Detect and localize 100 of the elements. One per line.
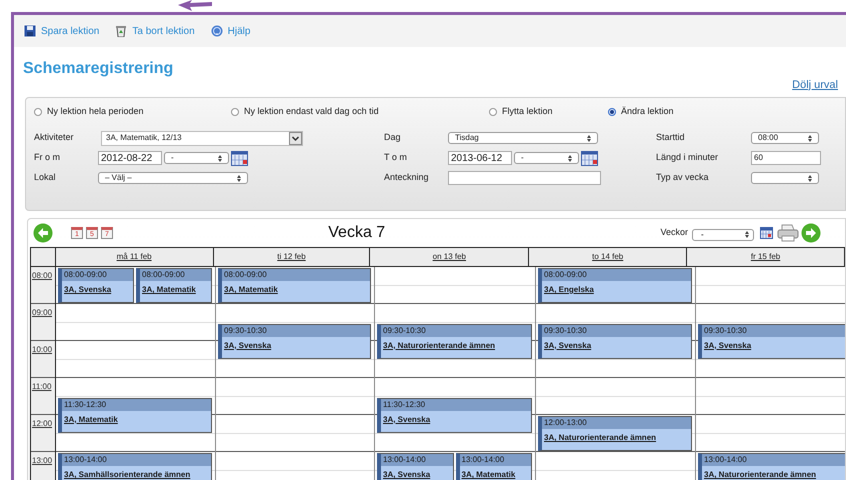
lesson-time: 09:30-10:30 xyxy=(381,324,531,336)
field-label: Fr o m xyxy=(34,151,61,164)
lesson-time: 08:00-09:00 xyxy=(62,269,133,281)
lesson-block[interactable]: 11:30-12:30 3A, Svenska xyxy=(377,398,532,432)
combo-box[interactable]: 3A, Matematik, 12/13 xyxy=(101,130,303,146)
field-label: Starttid xyxy=(656,131,686,144)
radio-button[interactable] xyxy=(608,108,616,116)
updown-arrow-icon xyxy=(808,174,812,182)
lesson-block[interactable]: 11:30-12:30 3A, Matematik xyxy=(58,398,212,432)
lesson-time: 11:30-12:30 xyxy=(381,398,531,410)
lesson-block[interactable]: 09:30-10:30 3A, Svenska xyxy=(698,324,845,358)
lesson-title[interactable]: 3A, Svenska xyxy=(222,336,370,352)
lesson-time: 13:00-14:00 xyxy=(702,454,845,466)
field-label: Aktiviteter xyxy=(34,131,75,144)
updown-arrow-icon xyxy=(745,231,749,238)
lesson-title[interactable]: 3A, Matematik xyxy=(62,410,211,426)
select-field[interactable]: 08:00 xyxy=(751,132,819,144)
day-header[interactable]: to 14 feb xyxy=(592,251,624,263)
lesson-time: 09:30-10:30 xyxy=(542,324,691,336)
updown-arrow-icon xyxy=(808,134,812,142)
lesson-time: 09:30-10:30 xyxy=(702,324,845,336)
time-label: 09:00 xyxy=(32,307,52,319)
lesson-title[interactable]: 3A, Matematik xyxy=(460,466,531,480)
input-field[interactable]: 2012-08-22 xyxy=(98,151,162,165)
lesson-time: 09:30-10:30 xyxy=(222,324,370,336)
lesson-time: 08:00-09:00 xyxy=(140,269,211,281)
help-icon xyxy=(210,25,223,37)
time-label: 13:00 xyxy=(32,455,52,467)
printer-icon[interactable] xyxy=(777,224,799,242)
page-title: Schemaregistrering xyxy=(23,59,174,79)
time-label: 11:00 xyxy=(32,381,52,393)
select-field[interactable]: - xyxy=(164,152,229,164)
input-field[interactable] xyxy=(448,171,601,185)
lesson-block[interactable]: 09:30-10:30 3A, Svenska xyxy=(538,324,692,358)
field-label: Dag xyxy=(384,131,402,144)
hide-link[interactable]: Dölj urval xyxy=(792,76,838,93)
lesson-block[interactable]: 08:00-09:00 3A, Engelska xyxy=(538,268,692,303)
day-header[interactable]: fr 15 feb xyxy=(750,251,780,263)
lesson-time: 12:00-13:00 xyxy=(542,417,691,429)
weeks-label: Veckor xyxy=(660,226,688,240)
radio-option[interactable]: Ny lektion endast vald dag och tid xyxy=(231,105,489,119)
lesson-time: 13:00-14:00 xyxy=(460,454,531,466)
time-label: 08:00 xyxy=(32,270,52,282)
day-header[interactable]: ti 12 feb xyxy=(277,251,306,263)
updown-arrow-icon xyxy=(587,134,591,142)
lesson-title[interactable]: 3A, Naturorienterande ämnen xyxy=(381,336,531,352)
lesson-block[interactable]: 13:00-14:00 3A, Svenska xyxy=(377,453,454,480)
calendar-icon[interactable] xyxy=(231,150,248,166)
lesson-time: 08:00-09:00 xyxy=(542,269,691,281)
lesson-title[interactable]: 3A, Svenska xyxy=(381,466,452,480)
lesson-time: 13:00-14:00 xyxy=(62,454,211,466)
calendar-icon[interactable] xyxy=(760,227,773,239)
lesson-title[interactable]: 3A, Naturorienterande ämnen xyxy=(702,466,845,480)
field-label: Lokal xyxy=(34,171,57,184)
day-header[interactable]: må 11 feb xyxy=(116,251,152,263)
lesson-time: 11:30-12:30 xyxy=(62,398,211,410)
lesson-block[interactable]: 13:00-14:00 3A, Matematik xyxy=(456,453,532,480)
lesson-title[interactable]: 3A, Svenska xyxy=(62,281,133,296)
lesson-title[interactable]: 3A, Samhällsorienterande ämnen xyxy=(62,466,211,480)
select-field[interactable]: – Välj – xyxy=(98,172,248,184)
calendar-icon[interactable] xyxy=(581,150,598,166)
lesson-block[interactable]: 08:00-09:00 3A, Svenska xyxy=(58,268,134,303)
updown-arrow-icon xyxy=(237,174,241,182)
radio-option[interactable]: Flytta lektion xyxy=(489,105,608,119)
lesson-block[interactable]: 09:30-10:30 3A, Naturorienterande ämnen xyxy=(377,324,532,358)
lesson-block[interactable]: 12:00-13:00 3A, Naturorienterande ämnen xyxy=(538,416,692,451)
select-field[interactable]: - xyxy=(514,152,579,164)
day-header[interactable]: on 13 feb xyxy=(432,251,466,263)
input-field[interactable]: 60 xyxy=(751,151,821,165)
lesson-block[interactable]: 13:00-14:00 3A, Samhällsorienterande ämnen xyxy=(58,453,212,480)
lesson-title[interactable]: 3A, Matematik xyxy=(140,281,211,296)
radio-option[interactable]: Ny lektion hela perioden xyxy=(34,105,231,119)
week-title: Vecka 7 xyxy=(327,223,386,243)
field-label: Typ av vecka xyxy=(656,171,710,184)
lesson-title[interactable]: 3A, Svenska xyxy=(542,336,691,352)
lesson-title[interactable]: 3A, Engelska xyxy=(542,281,691,296)
lesson-block[interactable]: 08:00-09:00 3A, Matematik xyxy=(218,268,371,303)
radio-button[interactable] xyxy=(231,108,239,116)
lesson-title[interactable]: 3A, Naturorienterande ämnen xyxy=(542,429,691,444)
updown-arrow-icon xyxy=(568,154,572,162)
select-field[interactable]: Tisdag xyxy=(448,132,598,144)
updown-arrow-icon xyxy=(218,154,222,162)
radio-button[interactable] xyxy=(34,108,42,116)
time-label: 10:00 xyxy=(32,344,52,356)
floppy-icon xyxy=(24,25,36,37)
select-field[interactable] xyxy=(751,172,819,184)
lesson-title[interactable]: 3A, Svenska xyxy=(381,410,531,426)
field-label: Anteckning xyxy=(384,171,430,184)
lesson-title[interactable]: 3A, Svenska xyxy=(702,336,845,352)
radio-option[interactable]: Ändra lektion xyxy=(608,105,758,119)
trash-icon xyxy=(115,25,128,37)
lesson-title[interactable]: 3A, Matematik xyxy=(222,281,370,296)
lesson-time: 13:00-14:00 xyxy=(381,454,452,466)
lesson-block[interactable]: 09:30-10:30 3A, Svenska xyxy=(218,324,371,358)
weeks-select[interactable]: - xyxy=(692,228,754,240)
field-label: Längd i minuter xyxy=(656,151,720,164)
lesson-block[interactable]: 13:00-14:00 3A, Naturorienterande ämnen xyxy=(698,453,845,480)
radio-button[interactable] xyxy=(489,108,497,116)
lesson-block[interactable]: 08:00-09:00 3A, Matematik xyxy=(136,268,212,303)
input-field[interactable]: 2013-06-12 xyxy=(448,151,512,165)
